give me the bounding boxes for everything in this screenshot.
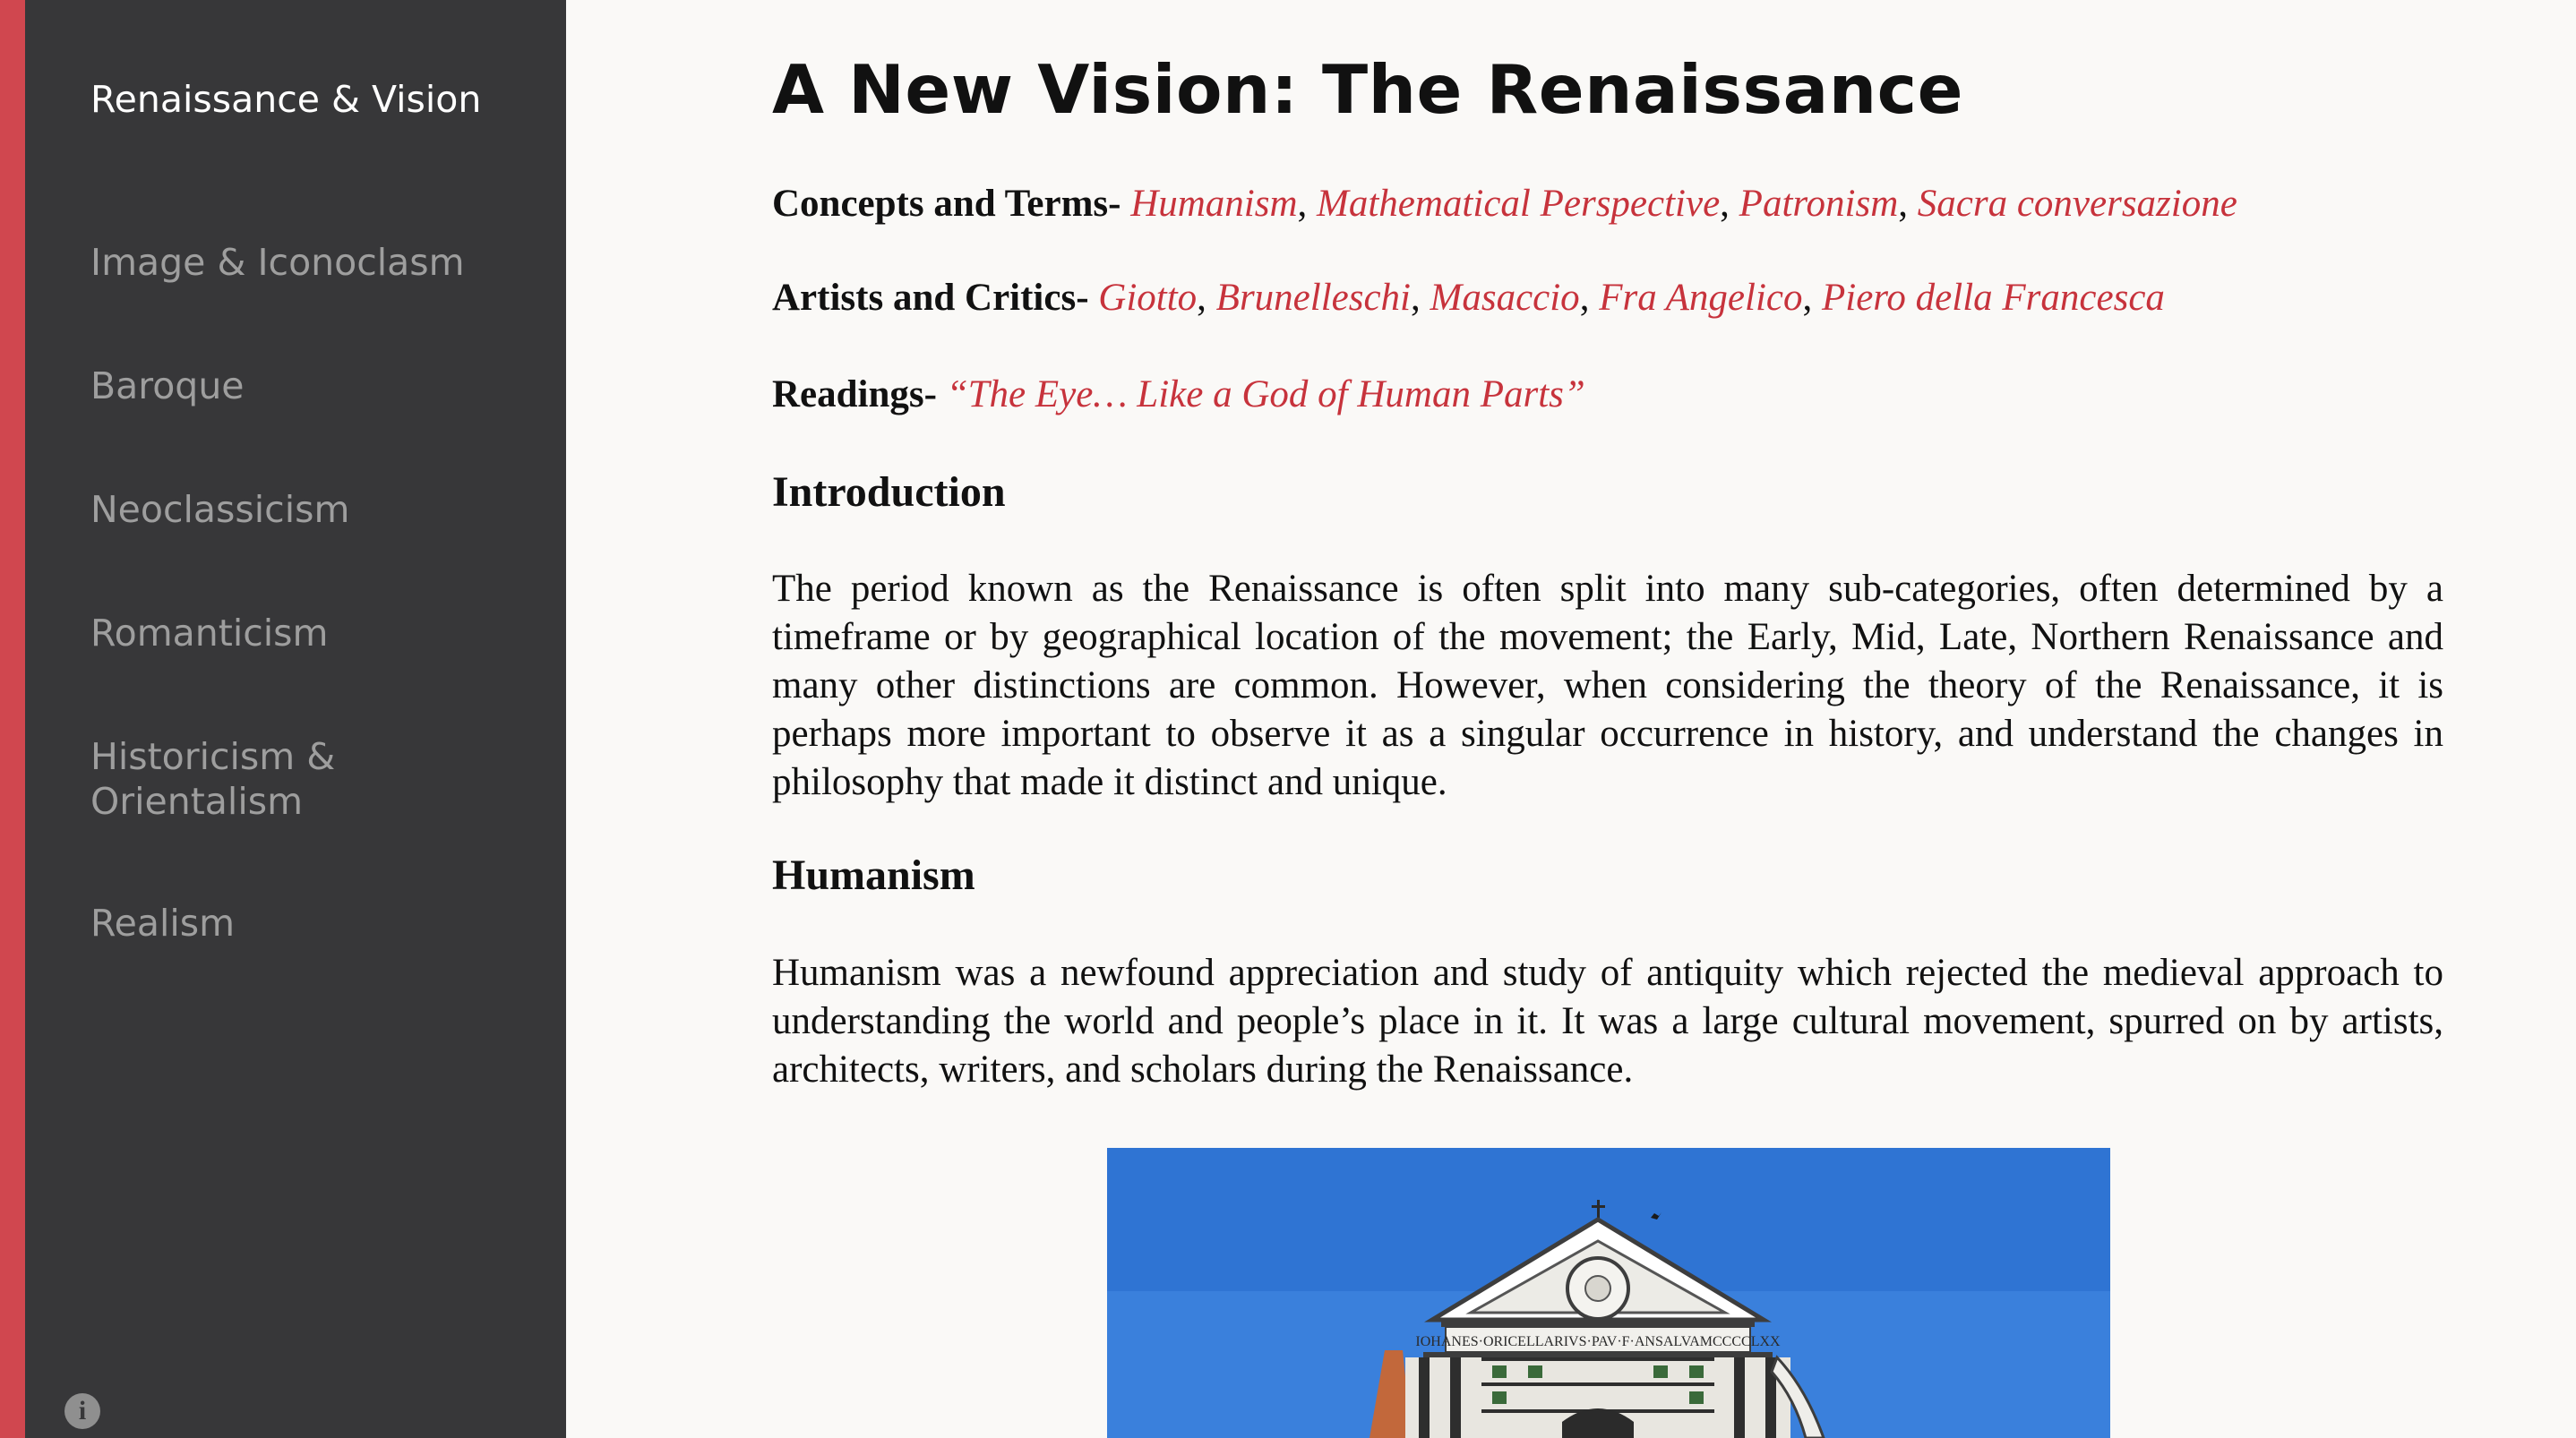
introduction-paragraph: The period known as the Renaissance is o… bbox=[772, 568, 2443, 803]
cross bbox=[1597, 1200, 1600, 1220]
separator: , bbox=[1411, 277, 1421, 319]
link-piero-della-francesca[interactable]: Piero della Francesca bbox=[1822, 277, 2165, 319]
separator: , bbox=[1197, 277, 1206, 319]
link-mathematical-perspective[interactable]: Mathematical Perspective bbox=[1317, 183, 1720, 225]
artists-label: Artists and Critics- bbox=[772, 277, 1089, 319]
separator: , bbox=[1720, 183, 1730, 225]
humanism-paragraph: Humanism was a newfound appreciation and… bbox=[772, 952, 2443, 1091]
link-fra-angelico[interactable]: Fra Angelico bbox=[1599, 277, 1802, 319]
santa-maria-novella-facade-image: IOHANES·ORICELLARIVS·PAV·F·ANSALVAMCCCCL… bbox=[1107, 1148, 2110, 1438]
humanism-heading: Humanism bbox=[772, 852, 975, 899]
link-brunelleschi[interactable]: Brunelleschi bbox=[1216, 277, 1411, 319]
link-giotto[interactable]: Giotto bbox=[1098, 277, 1197, 319]
link-sacra-conversazione[interactable]: Sacra conversazione bbox=[1918, 183, 2237, 225]
sidebar-item-renaissance-vision[interactable]: Renaissance & Vision bbox=[90, 77, 481, 122]
separator: , bbox=[1802, 277, 1813, 319]
separator: , bbox=[1579, 277, 1590, 319]
sidebar-item-romanticism[interactable]: Romanticism bbox=[90, 611, 328, 655]
link-patronism[interactable]: Patronism bbox=[1739, 183, 1899, 225]
separator: , bbox=[1898, 183, 1909, 225]
sidebar: Renaissance & Vision Image & Iconoclasm … bbox=[25, 0, 566, 1438]
sidebar-item-label-line-1: Historicism & bbox=[90, 735, 336, 778]
sidebar-item-realism[interactable]: Realism bbox=[90, 901, 235, 946]
accent-bar bbox=[0, 0, 25, 1438]
sidebar-item-image-iconoclasm[interactable]: Image & Iconoclasm bbox=[90, 240, 465, 285]
introduction-heading: Introduction bbox=[772, 468, 1006, 516]
link-humanism[interactable]: Humanism bbox=[1130, 183, 1297, 225]
readings-line: Readings- “The Eye… Like a God of Human … bbox=[772, 370, 1585, 420]
facade-inscription: IOHANES·ORICELLARIVS·PAV·F·ANSALVAMCCCCL… bbox=[1415, 1334, 1781, 1349]
artists-line: Artists and Critics- Giotto, Brunellesch… bbox=[772, 273, 2165, 323]
separator: , bbox=[1297, 183, 1308, 225]
concepts-label: Concepts and Terms- bbox=[772, 183, 1121, 225]
sidebar-item-label-line-2: Orientalism bbox=[90, 780, 304, 823]
page-title: A New Vision: The Renaissance bbox=[772, 50, 1963, 129]
info-icon[interactable]: i bbox=[64, 1393, 100, 1429]
concepts-line: Concepts and Terms- Humanism, Mathematic… bbox=[772, 179, 2237, 229]
readings-label: Readings- bbox=[772, 373, 937, 415]
link-reading-the-eye[interactable]: “The Eye… Like a God of Human Parts” bbox=[947, 373, 1585, 415]
sidebar-item-historicism-orientalism[interactable]: Historicism & Orientalism bbox=[90, 734, 335, 824]
sidebar-item-baroque[interactable]: Baroque bbox=[90, 364, 245, 408]
facade-illustration: IOHANES·ORICELLARIVS·PAV·F·ANSALVAMCCCCL… bbox=[1107, 1148, 2110, 1438]
link-masaccio[interactable]: Masaccio bbox=[1430, 277, 1580, 319]
sidebar-item-neoclassicism[interactable]: Neoclassicism bbox=[90, 487, 349, 532]
